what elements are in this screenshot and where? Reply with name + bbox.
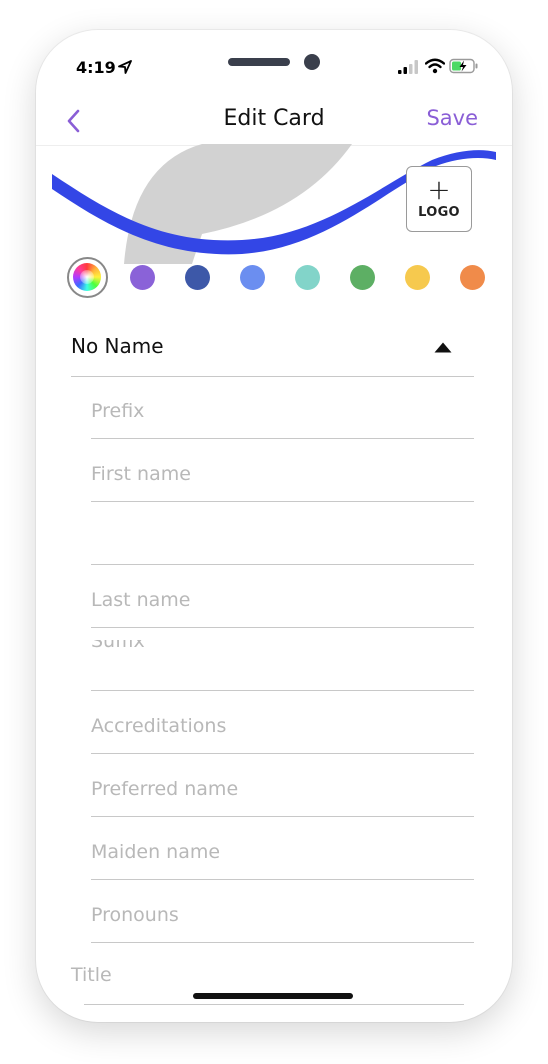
field-placeholder: Preferred name	[91, 778, 239, 800]
color-swatch-navy[interactable]	[185, 265, 210, 290]
cellular-signal-icon	[398, 60, 418, 74]
field-placeholder: Accreditations	[91, 715, 227, 737]
plus-icon: +	[427, 172, 451, 206]
home-indicator[interactable]	[193, 993, 353, 999]
field-placeholder: Pronouns	[91, 904, 179, 926]
phone-frame: 4:19 Edit Card Save + LOGO No Name Prefi…	[36, 30, 512, 1022]
name-section-header[interactable]: No Name	[71, 322, 474, 377]
color-swatch-yellow[interactable]	[405, 265, 430, 290]
title-underline	[84, 1004, 464, 1005]
add-logo-button[interactable]: + LOGO	[406, 166, 472, 232]
logo-label: LOGO	[418, 204, 460, 220]
section-title: No Name	[71, 334, 164, 358]
notch-camera	[304, 54, 320, 70]
location-arrow-icon	[118, 60, 132, 74]
pronouns-field[interactable]: Pronouns	[91, 880, 474, 943]
status-bar: 4:19	[36, 30, 512, 100]
field-placeholder: Suffix	[91, 640, 145, 652]
prefix-field[interactable]: Prefix	[91, 376, 474, 439]
title-field[interactable]: Title	[71, 960, 474, 1020]
status-time: 4:19	[76, 58, 116, 77]
first-name-field[interactable]: First name	[91, 439, 474, 502]
color-swatch-blue[interactable]	[240, 265, 265, 290]
color-wheel-picker[interactable]	[67, 257, 108, 298]
notch-speaker	[228, 58, 290, 66]
title-placeholder: Title	[71, 964, 112, 986]
color-swatch-row	[66, 256, 490, 298]
caret-up-icon[interactable]	[434, 342, 452, 353]
color-swatch-teal[interactable]	[295, 265, 320, 290]
color-swatch-purple[interactable]	[130, 265, 155, 290]
maiden-name-field[interactable]: Maiden name	[91, 817, 474, 880]
middle-name-field[interactable]	[91, 502, 474, 565]
wifi-icon	[425, 58, 445, 74]
color-swatch-orange[interactable]	[460, 265, 485, 290]
color-swatch-green[interactable]	[350, 265, 375, 290]
accreditations-field[interactable]: Accreditations	[91, 691, 474, 754]
battery-charging-icon	[449, 58, 478, 74]
field-placeholder: Last name	[91, 589, 191, 611]
save-button[interactable]: Save	[426, 106, 478, 130]
navigation-bar: Edit Card Save	[36, 100, 512, 146]
field-placeholder: First name	[91, 463, 191, 485]
last-name-field[interactable]: Last name	[91, 565, 474, 628]
field-placeholder: Maiden name	[91, 841, 221, 863]
field-placeholder: Prefix	[91, 400, 145, 422]
preferred-name-field[interactable]: Preferred name	[91, 754, 474, 817]
suffix-field[interactable]: Suffix	[91, 628, 474, 691]
